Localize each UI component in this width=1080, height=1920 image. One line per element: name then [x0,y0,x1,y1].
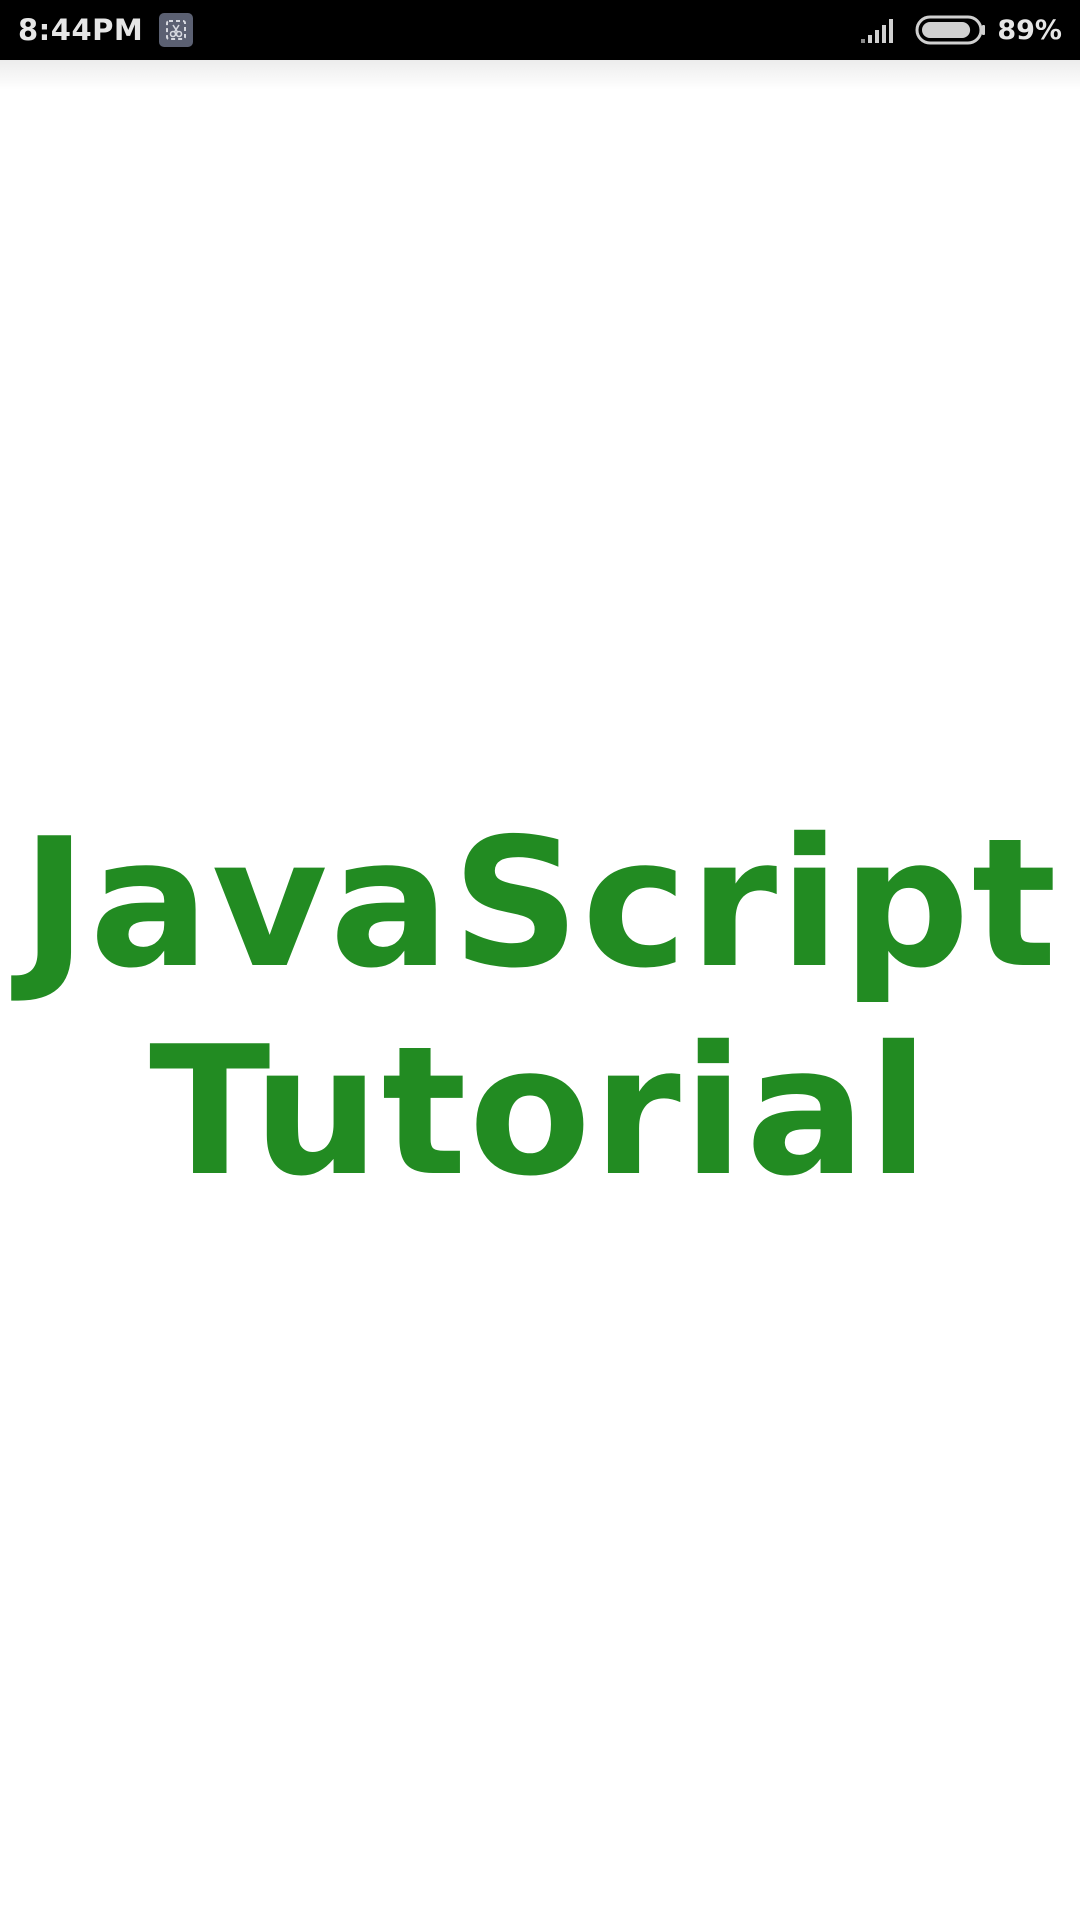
battery-percent: 89% [997,14,1062,46]
signal-bars-icon [861,19,894,43]
status-time: 8:44PM [18,13,144,47]
screenshot-app-icon [159,13,194,47]
status-right: 89% [861,15,1062,46]
splash-title-line1: JavaScript [21,800,1059,1007]
splash-title-line2: Tutorial [149,1008,931,1215]
app-screen: 8:44PM 89% JavaScript Tutorial [0,0,1080,1920]
battery-fill [922,22,971,38]
status-left: 8:44PM [18,13,194,47]
splash-title: JavaScript Tutorial [0,800,1080,1216]
header-shadow [0,60,1080,90]
battery-icon [915,15,986,45]
status-bar: 8:44PM 89% [0,0,1080,60]
